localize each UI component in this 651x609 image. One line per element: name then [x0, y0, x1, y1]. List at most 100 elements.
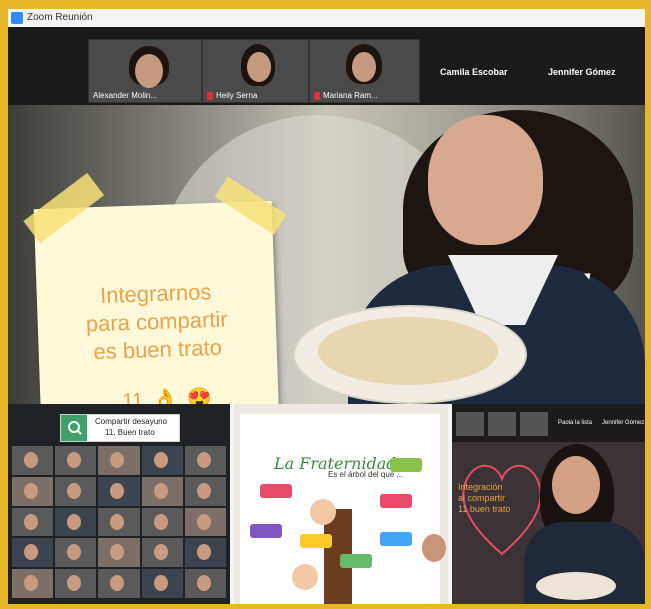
gallery-tile[interactable] [141, 476, 183, 506]
drawn-child [292, 564, 318, 590]
mini-tile [520, 412, 548, 436]
participant-face [24, 575, 38, 592]
zoom-app-icon [11, 12, 23, 24]
caption-line: Integración [458, 482, 503, 492]
gallery-tile[interactable] [12, 476, 54, 506]
participant-face [247, 52, 271, 82]
participant-face [196, 482, 211, 499]
title-bar: Zoom Reunión [8, 9, 645, 28]
participant-name[interactable]: Jennifer Gómez [548, 67, 616, 77]
mini-tile [456, 412, 484, 436]
tape-strip [23, 172, 105, 244]
gallery-tile[interactable] [184, 507, 226, 537]
tree-leaf [390, 458, 422, 472]
gallery-tile[interactable] [184, 446, 226, 475]
participant-face [110, 575, 125, 592]
participant-face [110, 452, 125, 468]
gallery-tile[interactable] [184, 569, 226, 598]
participant-face [196, 575, 211, 592]
participant-face [24, 452, 38, 468]
participant-face [196, 513, 211, 530]
caption-line: 11 buen trato [458, 504, 511, 514]
speaker-face [428, 115, 543, 245]
sticky-note: Integrarnos para compartir es buen trato… [23, 172, 287, 404]
participant-face [110, 513, 125, 530]
mini-name: Paola la lista [558, 420, 593, 426]
selfie-caption: Integración al compartir 11 buen trato [458, 482, 538, 515]
gallery-tile[interactable] [184, 476, 226, 506]
participant-name-row: Mariana Ram... [314, 91, 378, 100]
tree-leaf [340, 554, 372, 568]
gallery-tile[interactable] [141, 446, 183, 475]
participant-name[interactable]: Camila Escobar [440, 67, 508, 77]
gallery-tile[interactable] [12, 569, 54, 598]
gallery-tile[interactable] [12, 446, 54, 475]
participant-face [24, 513, 38, 530]
participant-face [153, 575, 168, 592]
zoom-window: Zoom Reunión Alexander Molin... Heily Se… [8, 9, 645, 604]
participant-tile[interactable]: Mariana Ram... [309, 39, 420, 103]
participant-face [67, 513, 82, 530]
gallery-tile[interactable] [141, 538, 183, 568]
gallery-tile[interactable] [141, 507, 183, 537]
caption-line: al compartir [458, 493, 506, 503]
gallery-tile[interactable] [141, 569, 183, 598]
poster-photo-panel: La Fraternidad Es el árbol del que ... [234, 404, 448, 604]
muted-mic-icon [207, 91, 213, 100]
participant-face [352, 52, 376, 82]
sticky-line: es buen trato [93, 334, 223, 365]
fraternity-poster: La Fraternidad Es el árbol del que ... [240, 414, 440, 604]
bottom-photo-row: Compartir desayuno 11. Buen trato La Fra… [8, 404, 645, 604]
gallery-tile[interactable] [98, 446, 140, 475]
participant-name: Heily Serna [216, 91, 258, 100]
participant-face [67, 544, 82, 561]
drawn-child [310, 499, 336, 525]
plate [536, 572, 616, 600]
gallery-tile[interactable] [55, 446, 97, 475]
gallery-tile[interactable] [55, 476, 97, 506]
participant-name-row: Heily Serna [207, 91, 257, 100]
participant-face [135, 54, 163, 88]
ok-hand-icon: 👌 [152, 388, 179, 404]
chip-line-1: Compartir desayuno [95, 417, 168, 426]
participant-tile[interactable]: Heily Serna [202, 39, 309, 103]
gallery-tile[interactable] [55, 569, 97, 598]
pancake [318, 317, 498, 385]
tree-leaf [380, 494, 412, 508]
participant-face [153, 482, 168, 499]
tree-leaf [300, 534, 332, 548]
gallery-tile[interactable] [12, 507, 54, 537]
gallery-tile[interactable] [55, 538, 97, 568]
gallery-view-panel: Compartir desayuno 11. Buen trato [8, 404, 230, 604]
participant-name: Mariana Ram... [323, 91, 378, 100]
gallery-tile[interactable] [98, 538, 140, 568]
participant-face [153, 452, 168, 468]
participant-face [153, 544, 168, 561]
selfie-photo-panel: Paola la lista Jennifer Gómez Integració… [452, 404, 645, 604]
mini-participant-strip: Paola la lista Jennifer Gómez [452, 404, 645, 442]
mini-name: Jennifer Gómez [602, 420, 645, 426]
participant-face [67, 575, 82, 592]
participant-face [24, 482, 38, 499]
tree-leaf [260, 484, 292, 498]
gallery-tile[interactable] [98, 569, 140, 598]
main-video: Integrarnos para compartir es buen trato… [8, 105, 645, 404]
participant-face [24, 544, 38, 561]
search-icon [61, 415, 87, 441]
sticky-number: 11 [122, 389, 144, 404]
participant-face [67, 452, 82, 468]
sticky-note-text: Integrarnos para compartir es buen trato [50, 276, 263, 367]
gallery-tile[interactable] [55, 507, 97, 537]
heart-eyes-icon: 😍 [186, 387, 213, 404]
gallery-tile[interactable] [12, 538, 54, 568]
gallery-tile[interactable] [98, 476, 140, 506]
gallery-grid [12, 446, 226, 598]
chip-line-2: 11. Buen trato [105, 428, 155, 437]
tree-leaf [250, 524, 282, 538]
gallery-tile[interactable] [184, 538, 226, 568]
mini-tile [488, 412, 516, 436]
participant-tile[interactable]: Alexander Molin... [88, 39, 202, 103]
gallery-tile[interactable] [98, 507, 140, 537]
student-face [552, 456, 600, 514]
breakfast-label-chip: Compartir desayuno 11. Buen trato [60, 414, 180, 442]
